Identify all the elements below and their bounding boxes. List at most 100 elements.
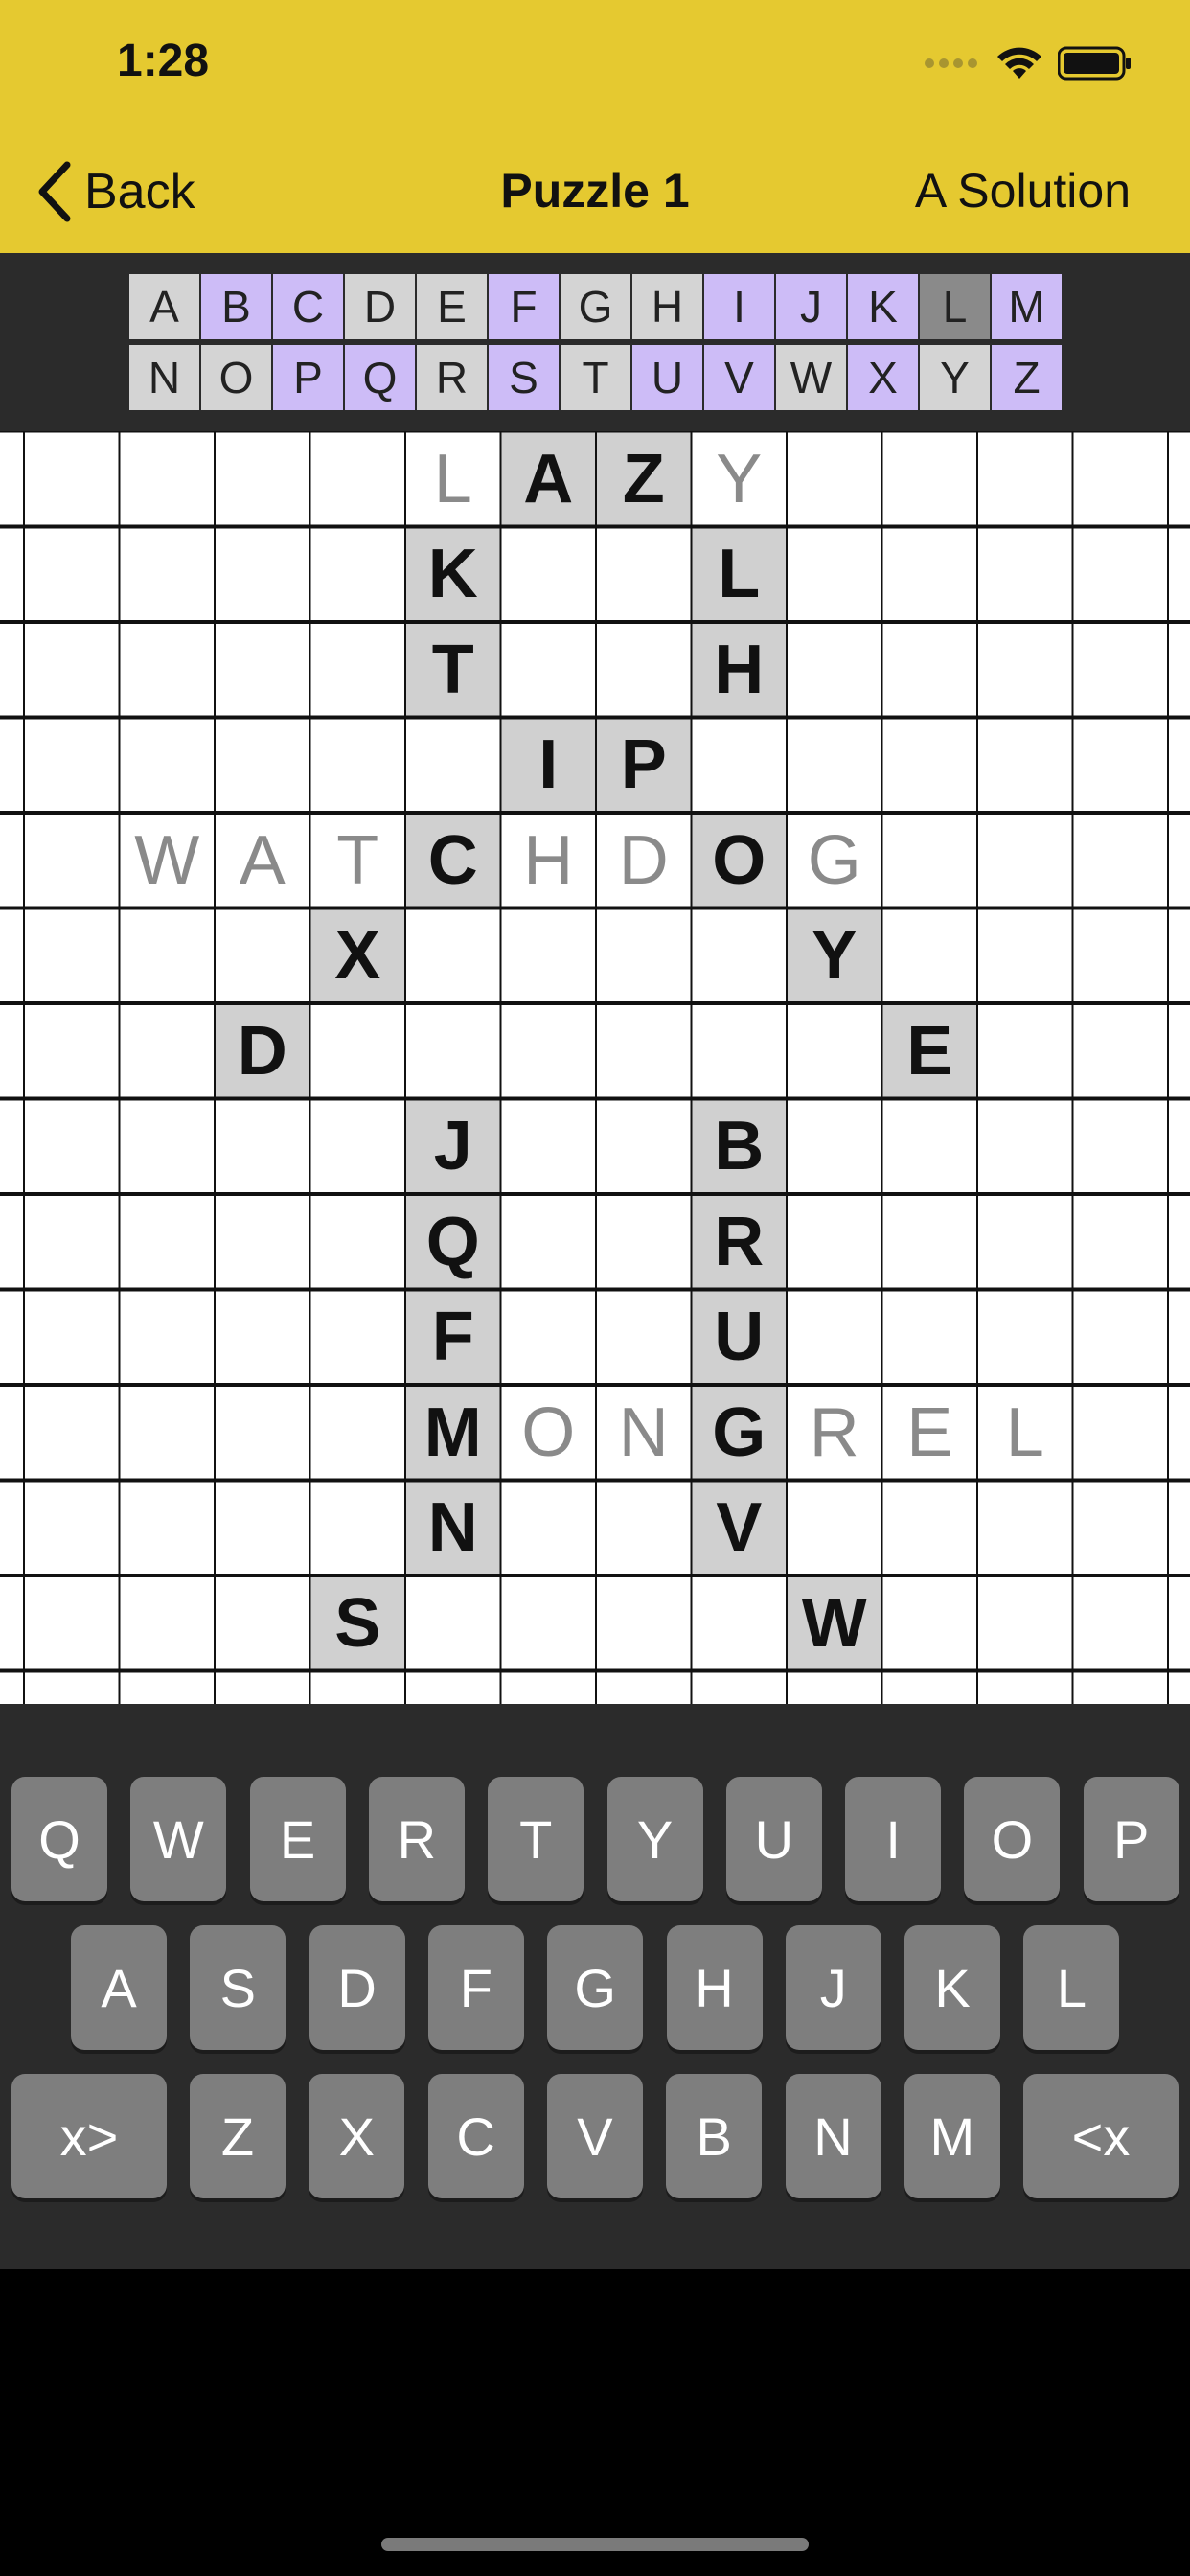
grid-cell-given[interactable]: V <box>691 1480 787 1576</box>
grid-cell-solution[interactable]: T <box>310 813 406 908</box>
grid-cell-given[interactable]: Q <box>405 1194 501 1290</box>
key-w[interactable]: W <box>130 1777 227 1901</box>
letter-tracker-row-1: ABCDEFGHIJKLM <box>129 274 1064 339</box>
key-j[interactable]: J <box>785 1925 881 2050</box>
grid-cell-given[interactable]: U <box>691 1289 787 1385</box>
status-icons <box>924 44 1133 82</box>
letter-tracker-q[interactable]: Q <box>345 345 415 410</box>
letter-tracker-p[interactable]: P <box>273 345 343 410</box>
key-u[interactable]: U <box>725 1777 822 1901</box>
key-clear-forward[interactable]: x> <box>11 2074 167 2198</box>
grid-cell-given[interactable]: J <box>405 1098 501 1194</box>
grid-cell-solution[interactable]: H <box>501 813 597 908</box>
back-button-label: Back <box>84 164 195 219</box>
letter-tracker-e[interactable]: E <box>417 274 487 339</box>
solution-button[interactable]: A Solution <box>915 163 1131 218</box>
grid-cell-solution[interactable]: Y <box>692 431 788 527</box>
key-y[interactable]: Y <box>606 1777 703 1901</box>
grid-cell-given[interactable]: T <box>405 622 501 718</box>
grid-cell-given[interactable]: M <box>405 1385 501 1481</box>
key-t[interactable]: T <box>488 1777 584 1901</box>
key-f[interactable]: F <box>427 1925 524 2050</box>
letter-tracker-s[interactable]: S <box>489 345 559 410</box>
letter-tracker-r[interactable]: R <box>417 345 487 410</box>
letter-tracker-f[interactable]: F <box>489 274 559 339</box>
letter-tracker-z[interactable]: Z <box>992 345 1062 410</box>
letter-tracker-y[interactable]: Y <box>920 345 990 410</box>
grid-cell-given[interactable]: F <box>405 1289 501 1385</box>
key-d[interactable]: D <box>309 1925 405 2050</box>
grid-cell-solution[interactable]: L <box>977 1385 1073 1481</box>
grid-cell-given[interactable]: Y <box>787 908 882 1003</box>
grid-cell-given[interactable]: K <box>405 526 501 622</box>
letter-tracker-k[interactable]: K <box>848 274 918 339</box>
key-h[interactable]: H <box>666 1925 763 2050</box>
grid-cell-solution[interactable]: G <box>787 813 882 908</box>
key-r[interactable]: R <box>368 1777 465 1901</box>
grid-cell-solution[interactable]: O <box>501 1385 597 1481</box>
grid-cell-given[interactable]: P <box>596 717 692 813</box>
key-s[interactable]: S <box>190 1925 286 2050</box>
key-z[interactable]: Z <box>190 2074 286 2198</box>
key-l[interactable]: L <box>1023 1925 1120 2050</box>
key-b[interactable]: B <box>666 2074 763 2198</box>
grid-cell-solution[interactable]: R <box>787 1385 882 1481</box>
key-e[interactable]: E <box>249 1777 346 1901</box>
grid-cell-given[interactable]: X <box>309 908 405 1003</box>
grid-cell-given[interactable]: W <box>787 1576 882 1671</box>
grid-cell-solution[interactable]: A <box>215 813 310 908</box>
letter-tracker-w[interactable]: W <box>776 345 846 410</box>
grid-cell-given[interactable]: N <box>405 1480 501 1576</box>
key-v[interactable]: V <box>546 2074 643 2198</box>
letter-tracker-a[interactable]: A <box>129 274 199 339</box>
letter-tracker-v[interactable]: V <box>704 345 774 410</box>
letter-tracker-o[interactable]: O <box>201 345 271 410</box>
key-m[interactable]: M <box>904 2074 1000 2198</box>
key-n[interactable]: N <box>785 2074 881 2198</box>
grid-cell-given[interactable]: E <box>881 1003 977 1099</box>
letter-tracker-d[interactable]: D <box>345 274 415 339</box>
grid-cell-given[interactable]: L <box>691 526 787 622</box>
grid-cell-given[interactable]: B <box>691 1098 787 1194</box>
key-q[interactable]: Q <box>11 1777 107 1901</box>
grid-cell-given[interactable]: C <box>405 813 501 908</box>
key-clear-back[interactable]: <x <box>1023 2074 1179 2198</box>
letter-tracker-m[interactable]: M <box>992 274 1062 339</box>
grid-cell-given[interactable]: R <box>691 1194 787 1290</box>
grid-cell-given[interactable]: H <box>691 622 787 718</box>
grid-cell-solution[interactable]: N <box>596 1385 692 1481</box>
letter-tracker-l[interactable]: L <box>920 274 990 339</box>
letter-tracker-b[interactable]: B <box>201 274 271 339</box>
grid-cell-solution[interactable]: D <box>596 813 692 908</box>
grid-cell-given[interactable]: G <box>691 1385 787 1481</box>
letter-tracker-j[interactable]: J <box>776 274 846 339</box>
key-x[interactable]: X <box>309 2074 405 2198</box>
grid-cell-given[interactable]: Z <box>596 431 692 527</box>
letter-tracker-t[interactable]: T <box>561 345 630 410</box>
letter-tracker-n[interactable]: N <box>129 345 199 410</box>
letter-tracker-h[interactable]: H <box>632 274 702 339</box>
back-button[interactable]: Back <box>34 153 195 230</box>
grid-cell-given[interactable]: D <box>215 1003 310 1099</box>
grid-cell-solution[interactable]: W <box>120 813 216 908</box>
key-g[interactable]: G <box>547 1925 644 2050</box>
grid-cell-solution[interactable]: E <box>882 1385 978 1481</box>
letter-tracker-g[interactable]: G <box>561 274 630 339</box>
grid-cell-given[interactable]: A <box>500 431 596 527</box>
status-time: 1:28 <box>117 35 210 86</box>
letter-tracker-x[interactable]: X <box>848 345 918 410</box>
grid-cell-given[interactable]: O <box>691 813 787 908</box>
grid-cell-given[interactable]: I <box>500 717 596 813</box>
key-o[interactable]: O <box>964 1777 1061 1901</box>
grid-cell-solution[interactable]: L <box>405 431 501 527</box>
battery-icon <box>1058 46 1131 80</box>
key-p[interactable]: P <box>1083 1777 1179 1901</box>
letter-tracker-i[interactable]: I <box>704 274 774 339</box>
key-i[interactable]: I <box>845 1777 942 1901</box>
letter-tracker-u[interactable]: U <box>632 345 702 410</box>
key-k[interactable]: K <box>904 1925 1001 2050</box>
grid-cell-given[interactable]: S <box>309 1576 405 1671</box>
key-a[interactable]: A <box>71 1925 167 2050</box>
letter-tracker-c[interactable]: C <box>273 274 343 339</box>
key-c[interactable]: C <box>427 2074 524 2198</box>
